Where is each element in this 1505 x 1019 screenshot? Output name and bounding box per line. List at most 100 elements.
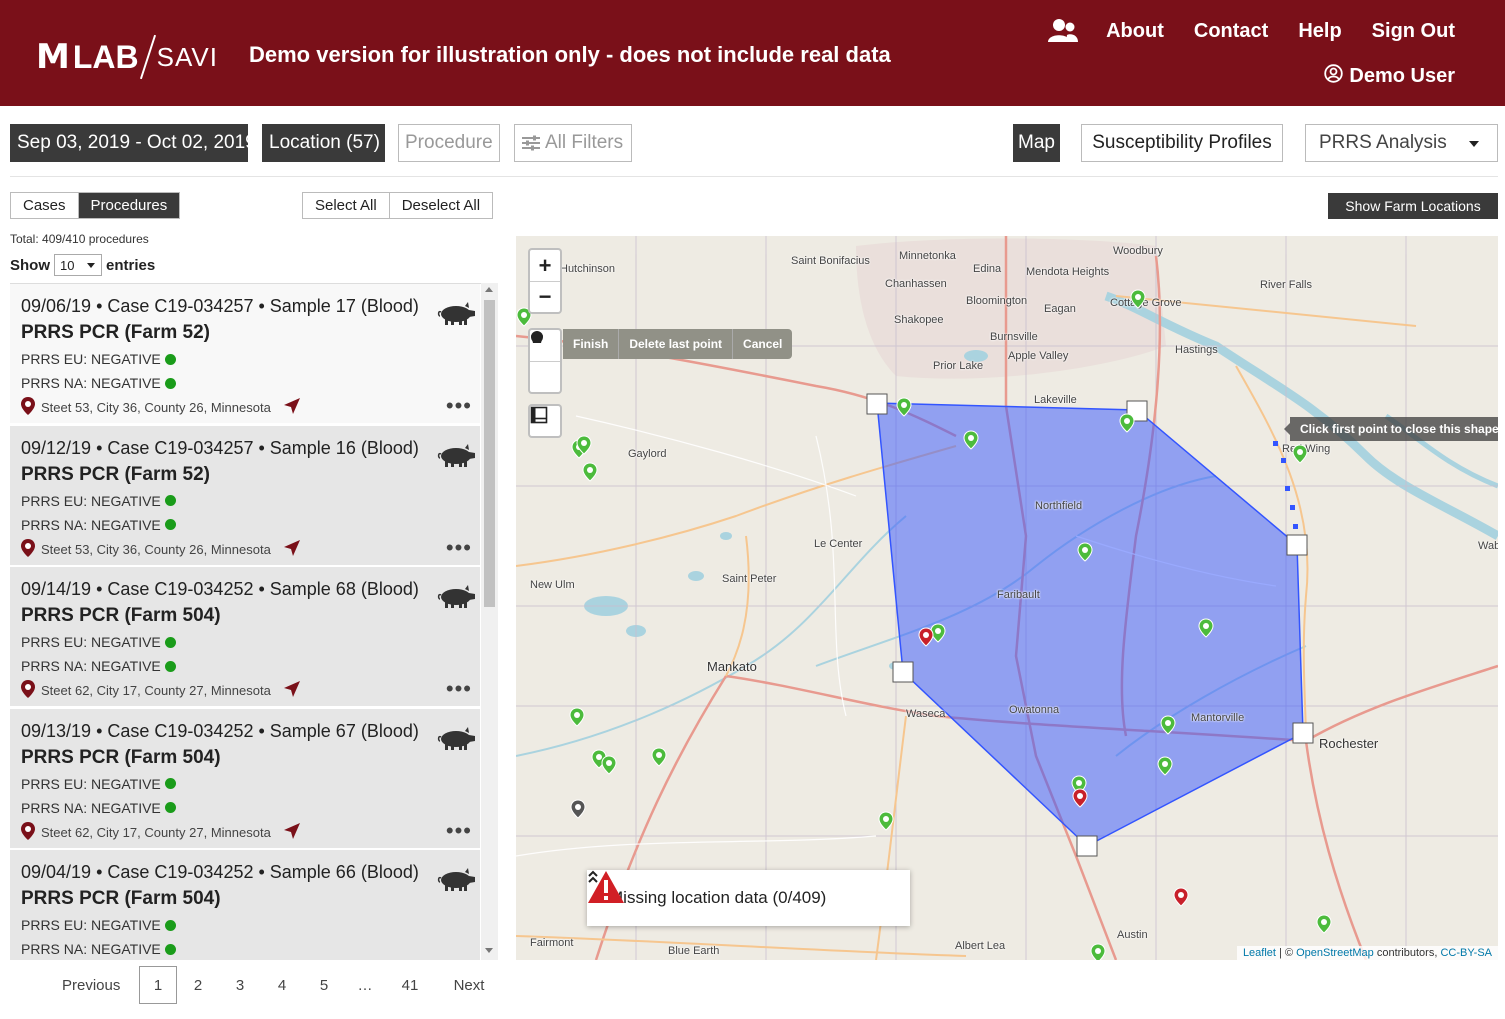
nav-help-link[interactable]: Help bbox=[1298, 20, 1341, 43]
users-icon[interactable] bbox=[1048, 18, 1079, 44]
missing-location-panel[interactable]: Missing location data (0/409) bbox=[587, 870, 910, 926]
map-label-eagan: Eagan bbox=[1044, 303, 1076, 315]
map-label-cottage-grove: Cottage Grove bbox=[1110, 297, 1182, 309]
procedure-card[interactable]: 09/14/19 • Case C19-034252 • Sample 68 (… bbox=[10, 567, 480, 707]
leaflet-link[interactable]: Leaflet bbox=[1243, 947, 1276, 959]
pager-next[interactable]: Next bbox=[452, 966, 486, 1004]
procedure-list[interactable]: 09/06/19 • Case C19-034257 • Sample 17 (… bbox=[10, 283, 498, 960]
map-label-faribault: Faribault bbox=[997, 589, 1040, 601]
user-menu[interactable]: Demo User bbox=[1324, 64, 1455, 89]
delete-last-point-button[interactable]: Delete last point bbox=[618, 329, 732, 359]
nav-contact-link[interactable]: Contact bbox=[1194, 20, 1268, 43]
procedure-card[interactable]: 09/12/19 • Case C19-034257 • Sample 16 (… bbox=[10, 425, 480, 566]
pig-icon bbox=[436, 585, 476, 614]
pager-page-2[interactable]: 2 bbox=[190, 966, 206, 1004]
navigate-arrow-icon[interactable] bbox=[283, 822, 301, 843]
procedure-title: PRRS PCR (Farm 504) bbox=[21, 605, 221, 626]
map-label-mankato: Mankato bbox=[707, 659, 757, 674]
missing-location-text: Missing location data (0/409) bbox=[609, 888, 827, 907]
map-label-bloomington: Bloomington bbox=[966, 295, 1028, 307]
map-label-river-falls: River Falls bbox=[1260, 279, 1312, 291]
total-count: Total: 409/410 procedures bbox=[10, 232, 149, 246]
map-view[interactable]: Hutchinson Saint Bonifacius Minnetonka E… bbox=[516, 236, 1498, 960]
finish-draw-button[interactable]: Finish bbox=[563, 329, 618, 359]
all-filters-label: All Filters bbox=[545, 132, 624, 153]
logo-m-mark: M bbox=[36, 37, 70, 77]
tab-procedures[interactable]: Procedures bbox=[77, 193, 180, 218]
procedure-address: Steet 62, City 17, County 27, Minnesota bbox=[21, 821, 480, 843]
negative-status-dot bbox=[164, 353, 176, 365]
location-filter-button[interactable]: Location (57) bbox=[262, 124, 385, 162]
susceptibility-profiles-button[interactable]: Susceptibility Profiles bbox=[1081, 124, 1283, 162]
prrs-eu-text: PRRS EU: NEGATIVE bbox=[21, 917, 161, 933]
all-filters-button[interactable]: All Filters bbox=[514, 124, 632, 162]
cancel-draw-button[interactable]: Cancel bbox=[732, 329, 792, 359]
user-circle-icon bbox=[1324, 64, 1344, 89]
list-scroll-thumb[interactable] bbox=[484, 300, 495, 607]
analysis-select[interactable]: PRRS Analysis bbox=[1305, 124, 1498, 162]
prrs-eu-status: PRRS EU: NEGATIVE bbox=[21, 351, 480, 367]
pager-page-1[interactable]: 1 bbox=[139, 966, 177, 1004]
map-label-saint-peter: Saint Peter bbox=[722, 573, 777, 585]
procedure-card[interactable]: 09/04/19 • Case C19-034252 • Sample 66 (… bbox=[10, 850, 480, 960]
prrs-eu-text: PRRS EU: NEGATIVE bbox=[21, 634, 161, 650]
osm-link[interactable]: OpenStreetMap bbox=[1296, 947, 1374, 959]
edit-layers-button[interactable] bbox=[528, 404, 562, 438]
draw-toolbar bbox=[528, 328, 562, 394]
navigate-arrow-icon[interactable] bbox=[283, 539, 301, 560]
entries-select[interactable]: 10 bbox=[54, 254, 102, 276]
license-link[interactable]: CC-BY-SA bbox=[1440, 947, 1492, 959]
location-pin-icon bbox=[21, 680, 35, 701]
app-header: M LAB SAVI Demo version for illustration… bbox=[0, 0, 1505, 106]
zoom-out-button[interactable]: − bbox=[530, 281, 560, 312]
map-label-burnsville: Burnsville bbox=[990, 331, 1038, 343]
logo-savi-text: SAVI bbox=[156, 41, 218, 72]
deselect-all-button[interactable]: Deselect All bbox=[388, 193, 492, 218]
map-view-button[interactable]: Map bbox=[1013, 124, 1060, 162]
more-options-icon[interactable]: ••• bbox=[446, 678, 472, 700]
prrs-na-text: PRRS NA: NEGATIVE bbox=[21, 516, 161, 533]
view-toggle: Cases Procedures bbox=[10, 192, 181, 219]
map-label-shakopee: Shakopee bbox=[894, 314, 944, 326]
map-label-saint-bonifacius: Saint Bonifacius bbox=[791, 255, 870, 267]
address-text: Steet 53, City 36, County 26, Minnesota bbox=[41, 400, 271, 415]
app-logo[interactable]: M LAB SAVI bbox=[36, 32, 218, 82]
draw-tooltip: Click first point to close this shape. bbox=[1283, 417, 1498, 441]
map-label-blue-earth: Blue Earth bbox=[668, 945, 720, 957]
procedure-card[interactable]: 09/06/19 • Case C19-034257 • Sample 17 (… bbox=[10, 284, 480, 424]
attribution-separator: | © bbox=[1279, 947, 1294, 959]
procedure-address: Steet 53, City 36, County 26, Minnesota bbox=[21, 538, 480, 560]
select-all-button[interactable]: Select All bbox=[303, 193, 389, 218]
prrs-eu-status: PRRS EU: NEGATIVE bbox=[21, 493, 480, 509]
tab-cases[interactable]: Cases bbox=[11, 193, 78, 218]
logo-divider bbox=[139, 34, 156, 80]
zoom-in-button[interactable]: + bbox=[530, 250, 560, 281]
address-text: Steet 53, City 36, County 26, Minnesota bbox=[41, 541, 271, 557]
user-name: Demo User bbox=[1349, 65, 1455, 87]
pager-page-5[interactable]: 5 bbox=[316, 966, 332, 1004]
more-options-icon[interactable]: ••• bbox=[446, 819, 472, 841]
scroll-up-arrow[interactable] bbox=[485, 287, 493, 292]
pager-page-3[interactable]: 3 bbox=[232, 966, 248, 1004]
draw-circle-button[interactable] bbox=[530, 331, 560, 392]
procedure-filter-button[interactable]: Procedure bbox=[398, 124, 500, 162]
procedure-address: Steet 62, City 17, County 27, Minnesota bbox=[21, 680, 480, 701]
pager-page-4[interactable]: 4 bbox=[274, 966, 290, 1004]
show-farm-locations-button[interactable]: Show Farm Locations bbox=[1328, 193, 1498, 219]
procedure-card[interactable]: 09/13/19 • Case C19-034252 • Sample 67 (… bbox=[10, 708, 480, 849]
date-range-button[interactable]: Sep 03, 2019 - Oct 02, 2019 bbox=[10, 124, 256, 162]
pager-previous[interactable]: Previous bbox=[62, 966, 122, 1004]
procedure-title: PRRS PCR (Farm 52) bbox=[21, 463, 210, 485]
nav-sign-out-link[interactable]: Sign Out bbox=[1372, 20, 1455, 43]
prrs-na-status: PRRS NA: NEGATIVE bbox=[21, 375, 480, 391]
more-options-icon[interactable]: ••• bbox=[446, 536, 472, 558]
navigate-arrow-icon[interactable] bbox=[283, 397, 301, 418]
map-label-new-ulm: New Ulm bbox=[530, 579, 575, 591]
map-label-albert-lea: Albert Lea bbox=[955, 940, 1006, 952]
nav-about-link[interactable]: About bbox=[1106, 20, 1164, 43]
pager-page-41[interactable]: 41 bbox=[400, 966, 420, 1004]
navigate-arrow-icon[interactable] bbox=[283, 680, 301, 701]
show-label: Show bbox=[10, 256, 50, 274]
more-options-icon[interactable]: ••• bbox=[446, 395, 472, 417]
scroll-down-arrow[interactable] bbox=[485, 948, 493, 953]
